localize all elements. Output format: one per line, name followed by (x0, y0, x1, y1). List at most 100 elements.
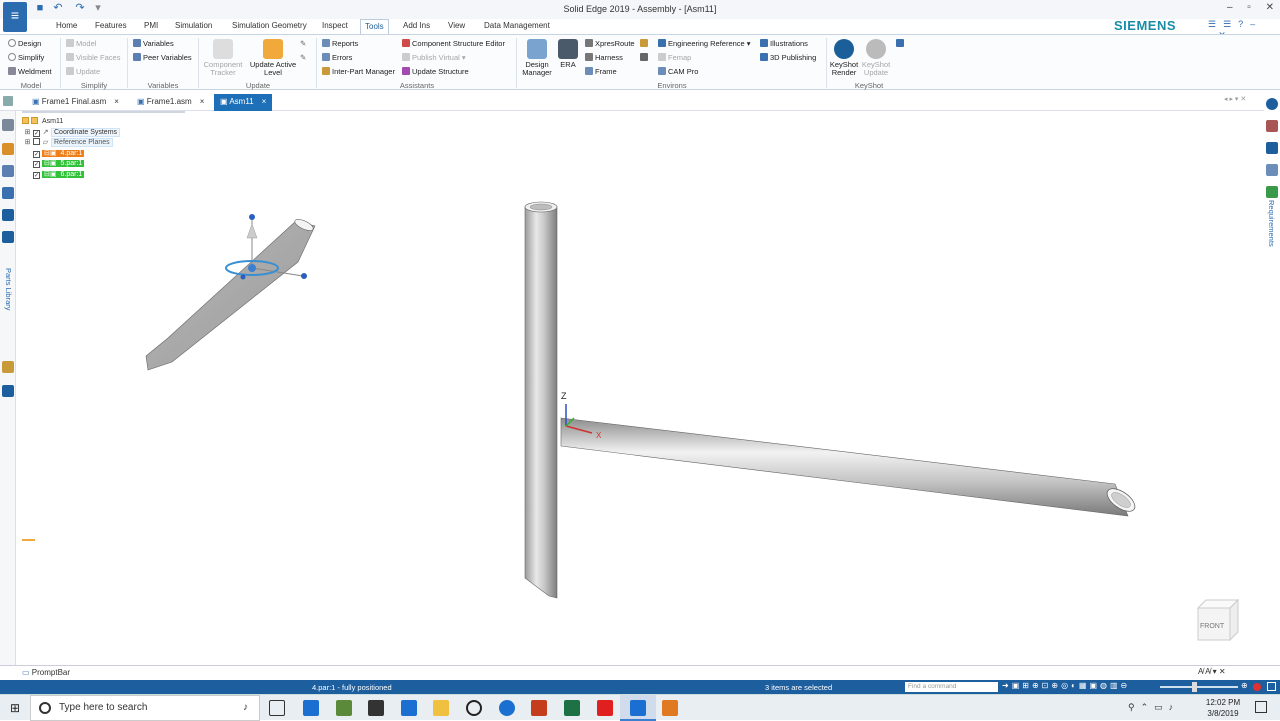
component-structure-editor-button[interactable]: Component Structure Editor (402, 39, 505, 49)
checkbox-unchecked[interactable] (33, 138, 40, 146)
femap-button[interactable]: Femap (658, 53, 691, 63)
cam-pro-button[interactable]: CAM Pro (658, 67, 698, 77)
promptbar-toggle[interactable]: ▭ PromptBar (22, 668, 70, 677)
tab-home[interactable]: Home (52, 19, 81, 34)
family-icon[interactable] (2, 187, 14, 199)
tree-item-5-par-1[interactable]: ✓ ⊟▣ 5.par:1 (22, 159, 192, 170)
panel-icon[interactable] (1266, 164, 1278, 176)
help-icon[interactable]: ? (1238, 19, 1243, 29)
acrobat-icon[interactable] (597, 700, 613, 716)
illustrations-button[interactable]: Illustrations (760, 39, 808, 49)
keyshot-taskbar-icon[interactable] (662, 700, 678, 716)
task-view-icon[interactable] (269, 700, 285, 716)
select-tools-icon[interactable] (2, 231, 14, 243)
tree-item-coordinate-systems[interactable]: ⊞ ✓ ↗ Coordinate Systems (22, 127, 192, 139)
tab-pmi[interactable]: PMI (140, 19, 162, 34)
frame-button[interactable]: Frame (585, 67, 617, 77)
find-command-input[interactable]: Find a command (905, 682, 998, 692)
record-icon[interactable] (1253, 683, 1261, 691)
info-icon[interactable] (1266, 98, 1278, 110)
design-option[interactable]: Design (8, 39, 41, 49)
zoom-plus-icon[interactable]: ⊕ (1241, 681, 1248, 690)
xpresroute-button[interactable]: XpresRoute (585, 39, 635, 49)
tab-scroll-icons[interactable]: ◂ ▸ ▾ ✕ (1224, 95, 1246, 103)
tab-add-ins[interactable]: Add Ins (399, 19, 434, 34)
xbox-icon[interactable] (466, 700, 482, 716)
pathfinder-icon[interactable] (2, 119, 14, 131)
view-tools-icons[interactable]: ➜▣⊞⊕⊡⊕◎◐▦▣◍▥⊖ (1002, 681, 1130, 690)
tile-icon[interactable]: ☰ (1223, 19, 1231, 29)
update-small-icon-2[interactable]: ✎ (300, 53, 306, 63)
close-tab-icon[interactable]: × (200, 97, 205, 106)
doc-tab-frame1[interactable]: ▣ Frame1.asm × (131, 94, 210, 111)
zoom-slider[interactable] (1160, 686, 1238, 688)
weldment-option[interactable]: Weldment (8, 67, 52, 77)
help-panel-icon[interactable] (2, 385, 14, 397)
inter-part-manager-button[interactable]: Inter-Part Manager (322, 67, 395, 77)
checkbox-checked[interactable]: ✓ (33, 129, 40, 137)
update-active-level-button[interactable]: Update Active Level (248, 39, 298, 77)
minimize-button[interactable]: – (1227, 2, 1233, 13)
simplify-update-button[interactable]: Update (66, 67, 100, 77)
doc-tab-asm11[interactable]: ▣ Asm11 × (214, 94, 273, 111)
3d-publishing-button[interactable]: 3D Publishing (760, 53, 816, 63)
tab-inspect[interactable]: Inspect (318, 19, 352, 34)
expand-icon[interactable]: ⊞ (24, 139, 31, 146)
keyshot-small-icon[interactable] (896, 39, 906, 49)
tree-root[interactable]: Asm11 (22, 117, 192, 128)
peer-variables-button[interactable]: Peer Variables (133, 53, 192, 63)
library-icon[interactable] (2, 143, 14, 155)
harness-button[interactable]: Harness (585, 53, 623, 63)
tab-tools[interactable]: Tools (360, 19, 389, 34)
layers-icon[interactable] (2, 165, 14, 177)
zoom-slider-thumb[interactable] (1192, 682, 1197, 692)
visible-faces-button[interactable]: Visible Faces (66, 53, 120, 63)
errors-button[interactable]: Errors (322, 53, 352, 63)
part-5-par-1[interactable] (524, 201, 558, 599)
simplify-option[interactable]: Simplify (8, 53, 44, 63)
sensors-icon[interactable] (2, 209, 14, 221)
view-cube[interactable]: FRONT (1196, 598, 1240, 642)
update-small-icon[interactable]: ✎ (300, 39, 306, 49)
era-button[interactable]: ERA (556, 39, 580, 69)
tree-item-reference-planes[interactable]: ⊞ ▱ Reference Planes (22, 138, 192, 149)
feature-library-icon[interactable] (2, 361, 14, 373)
publish-virtual-button[interactable]: Publish Virtual ▾ (402, 53, 466, 63)
requirements-label[interactable]: Requirements (1267, 200, 1276, 247)
tab-simulation[interactable]: Simulation (171, 19, 216, 34)
tab-view[interactable]: View (444, 19, 469, 34)
doc-tab-frame1-final[interactable]: ▣ Frame1 Final.asm × (26, 94, 125, 111)
taskbar-clock[interactable]: 12:02 PM 3/8/2019 (1200, 697, 1246, 719)
checkbox-checked[interactable]: ✓ (33, 171, 40, 179)
mdi-minimize-button[interactable]: – (1250, 19, 1255, 29)
reports-button[interactable]: Reports (322, 39, 358, 49)
restore-button[interactable]: ▫ (1247, 2, 1251, 13)
store-icon[interactable] (401, 700, 417, 716)
expand-icon[interactable]: ⊞ (24, 129, 31, 136)
pnid-icon[interactable] (368, 700, 384, 716)
tab-simulation-geometry[interactable]: Simulation Geometry (228, 19, 311, 34)
part-6-par-1[interactable] (560, 417, 1139, 517)
properties-icon[interactable] (1266, 120, 1278, 132)
close-tab-icon[interactable]: × (262, 97, 267, 106)
checkbox-checked[interactable]: ✓ (33, 150, 40, 158)
file-explorer-icon[interactable] (433, 700, 449, 716)
keyshot-render-button[interactable]: KeyShot Render (829, 39, 859, 77)
layout-icon[interactable]: ☰ (1208, 19, 1216, 29)
environs-small-icon[interactable] (640, 39, 650, 49)
powerpoint-icon[interactable] (531, 700, 547, 716)
checkbox-checked[interactable]: ✓ (33, 161, 40, 169)
tree-item-4-par-1[interactable]: ✓ ⊟▣ 4.par:1 (22, 149, 192, 160)
microphone-icon[interactable]: ♪ (243, 696, 248, 720)
tab-features[interactable]: Features (91, 19, 131, 34)
taskbar-search-box[interactable]: Type here to search ♪ (30, 695, 260, 721)
system-tray-icons[interactable]: ⚲⌃▭♪ (1128, 702, 1179, 713)
font-size-controls[interactable]: A̸ A̸ ▾ ✕ (1198, 667, 1226, 676)
part-4-par-1[interactable] (145, 217, 316, 371)
windows-start-icon[interactable]: ⊞ (10, 702, 22, 714)
chrome-icon[interactable] (499, 700, 515, 716)
design-manager-button[interactable]: Design Manager (519, 39, 555, 77)
environs-small-icon-2[interactable] (640, 53, 650, 63)
solid-edge-taskbar-button[interactable] (620, 695, 656, 721)
update-structure-button[interactable]: Update Structure (402, 67, 469, 77)
